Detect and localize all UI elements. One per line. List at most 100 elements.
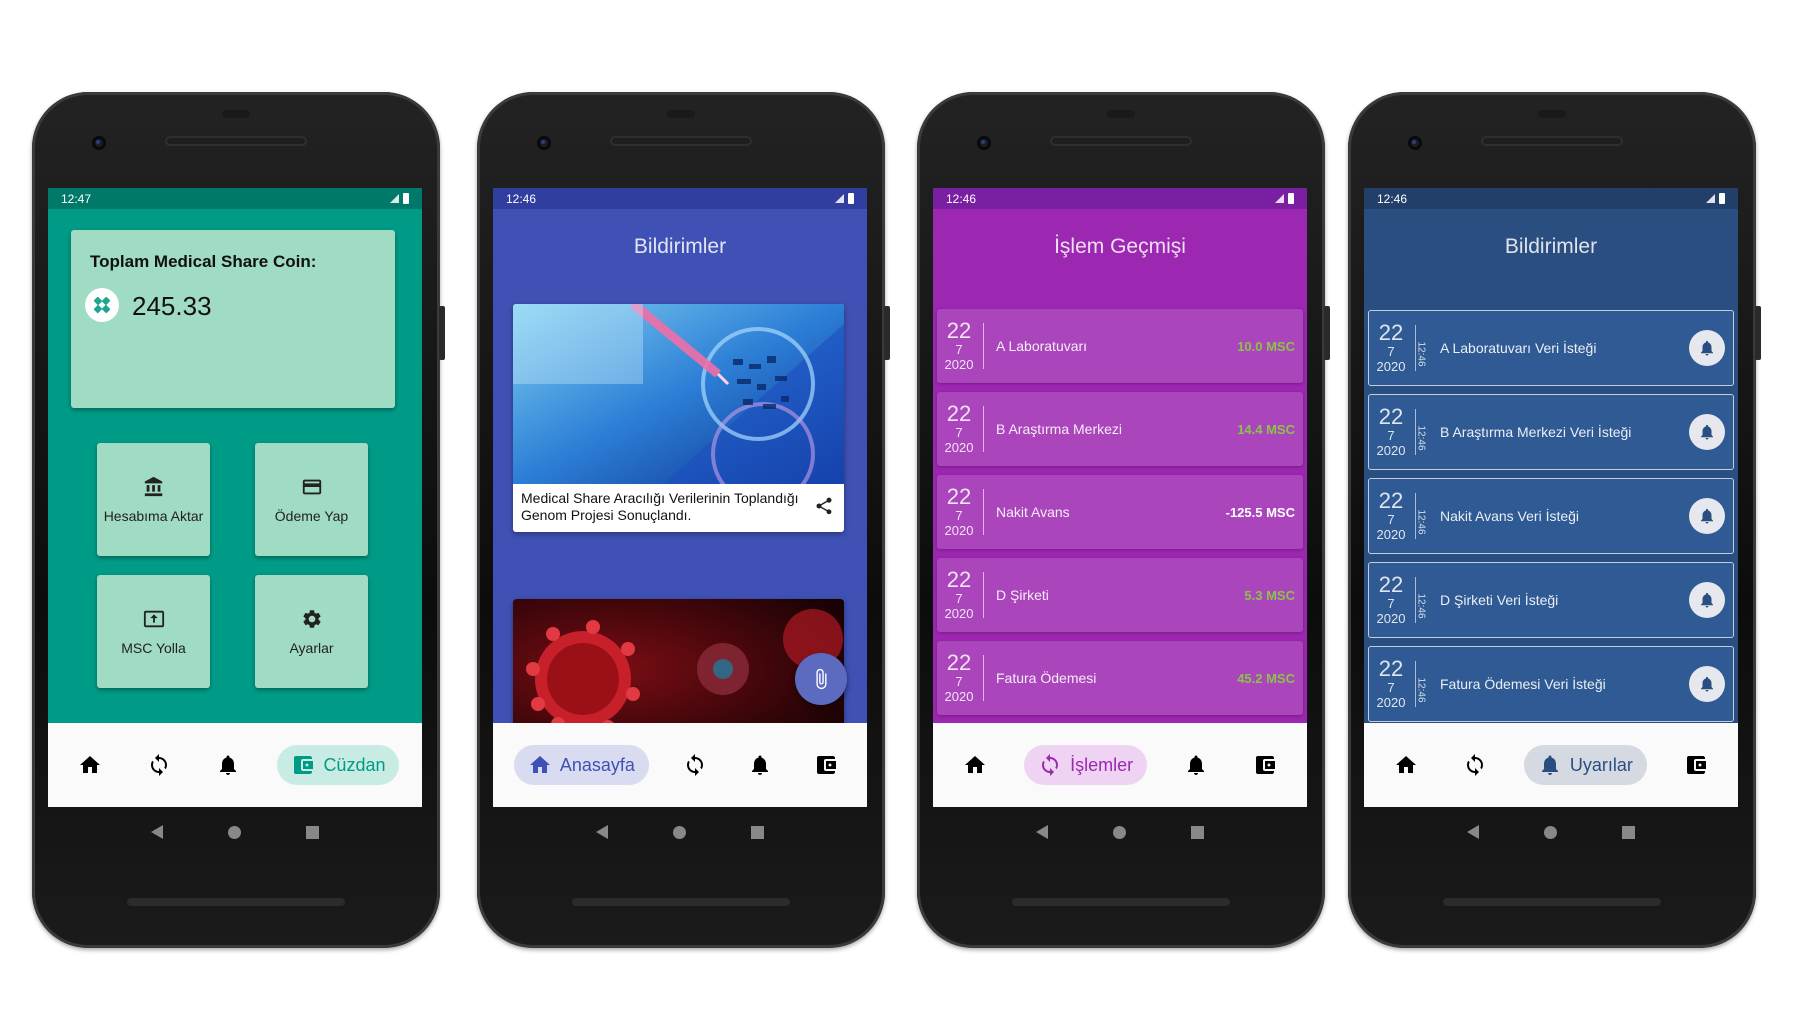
attach-fab[interactable] bbox=[795, 653, 847, 705]
date-year: 2020 bbox=[1376, 695, 1406, 710]
date-month: 7 bbox=[955, 591, 963, 606]
transaction-row[interactable]: 22 7 2020 Fatura Ödemesi 45.2 MSC bbox=[937, 641, 1303, 715]
transaction-row[interactable]: 22 7 2020 D Şirketi 5.3 MSC bbox=[937, 558, 1303, 632]
settings-button[interactable]: Ayarlar bbox=[255, 575, 368, 688]
share-icon[interactable] bbox=[814, 496, 834, 516]
date-block: 22 7 2020 bbox=[1369, 490, 1413, 543]
recents-icon[interactable] bbox=[1622, 825, 1636, 839]
nav-transactions-active[interactable]: İşlemler bbox=[1024, 745, 1148, 785]
transaction-row[interactable]: 22 7 2020 B Araştırma Merkezi 14.4 MSC bbox=[937, 392, 1303, 466]
recents-icon[interactable] bbox=[751, 825, 765, 839]
back-icon[interactable] bbox=[1466, 825, 1479, 839]
lab-pipette-image bbox=[513, 304, 844, 484]
nav-transactions[interactable] bbox=[675, 745, 715, 785]
date-day: 22 bbox=[1378, 404, 1404, 429]
date-month: 7 bbox=[955, 508, 963, 523]
transaction-amount: -125.5 MSC bbox=[1225, 504, 1295, 520]
system-navbar bbox=[48, 807, 422, 857]
nav-wallet[interactable] bbox=[1676, 745, 1716, 785]
bell-button[interactable] bbox=[1689, 330, 1725, 366]
transaction-row[interactable]: 22 7 2020 Nakit Avans -125.5 MSC bbox=[937, 475, 1303, 549]
nav-wallet[interactable] bbox=[806, 745, 846, 785]
notification-label: Nakit Avans Veri İsteği bbox=[1440, 508, 1580, 524]
transaction-row[interactable]: 22 7 2020 A Laboratuvarı 10.0 MSC bbox=[937, 309, 1303, 383]
transaction-label: D Şirketi bbox=[996, 587, 1049, 603]
news-card[interactable]: Medical Share Aracılığı Verilerinin Topl… bbox=[513, 304, 844, 532]
date-year: 2020 bbox=[1376, 359, 1406, 374]
home-circle-icon[interactable] bbox=[1543, 825, 1557, 839]
bell-icon bbox=[216, 753, 240, 777]
nav-wallet[interactable] bbox=[1245, 745, 1285, 785]
date-year: 2020 bbox=[1376, 443, 1406, 458]
wallet-icon bbox=[1684, 753, 1708, 777]
wallet-icon bbox=[1253, 753, 1277, 777]
bell-icon bbox=[1698, 591, 1716, 609]
bottom-speaker bbox=[1443, 898, 1661, 906]
bottom-speaker bbox=[572, 898, 790, 906]
recents-icon[interactable] bbox=[1191, 825, 1205, 839]
notification-row[interactable]: 22 7 2020 12:46 B Araştırma Merkezi Veri İst… bbox=[1368, 394, 1734, 470]
bottom-navigation: Uyarılar bbox=[1364, 723, 1738, 807]
volume-button bbox=[1755, 306, 1761, 360]
date-year: 2020 bbox=[944, 523, 974, 538]
bell-icon bbox=[1698, 507, 1716, 525]
nav-alerts[interactable] bbox=[208, 745, 248, 785]
nav-alerts[interactable] bbox=[740, 745, 780, 785]
bell-button[interactable] bbox=[1689, 498, 1725, 534]
nav-transactions[interactable] bbox=[1455, 745, 1495, 785]
earpiece-speaker bbox=[1050, 136, 1192, 146]
notification-row[interactable]: 22 7 2020 12:46 Fatura Ödemesi Veri İsteği bbox=[1368, 646, 1734, 722]
sync-icon bbox=[683, 753, 707, 777]
transaction-amount: 45.2 MSC bbox=[1237, 670, 1295, 686]
bottom-speaker bbox=[127, 898, 345, 906]
gear-icon bbox=[301, 608, 323, 630]
battery-icon bbox=[1719, 193, 1725, 204]
sync-icon bbox=[1463, 753, 1487, 777]
back-icon[interactable] bbox=[595, 825, 608, 839]
transaction-amount: 10.0 MSC bbox=[1237, 338, 1295, 354]
transfer-to-account-button[interactable]: Hesabıma Aktar bbox=[97, 443, 210, 556]
home-circle-icon[interactable] bbox=[672, 825, 686, 839]
notification-row[interactable]: 22 7 2020 12:46 A Laboratuvarı Veri İsteği bbox=[1368, 310, 1734, 386]
nav-home[interactable] bbox=[70, 745, 110, 785]
notifications-content: Bildirimler 22 7 2020 12:46 A Laboratuvarı V… bbox=[1364, 209, 1738, 723]
nav-home-active[interactable]: Anasayfa bbox=[513, 745, 649, 785]
nav-alerts-active[interactable]: Uyarılar bbox=[1523, 745, 1647, 785]
bell-button[interactable] bbox=[1689, 414, 1725, 450]
notification-label: D Şirketi Veri İsteği bbox=[1440, 592, 1559, 608]
date-year: 2020 bbox=[944, 689, 974, 704]
nav-wallet-active[interactable]: Cüzdan bbox=[277, 745, 400, 785]
wallet-icon bbox=[291, 753, 315, 777]
page-title: Bildirimler bbox=[633, 235, 727, 258]
date-day: 22 bbox=[946, 401, 972, 426]
notification-row[interactable]: 22 7 2020 12:46 Nakit Avans Veri İsteği bbox=[1368, 478, 1734, 554]
wallet-icon bbox=[814, 753, 838, 777]
bell-button[interactable] bbox=[1689, 666, 1725, 702]
recents-icon[interactable] bbox=[306, 825, 320, 839]
back-icon[interactable] bbox=[1035, 825, 1048, 839]
send-msc-button[interactable]: MSC Yolla bbox=[97, 575, 210, 688]
home-circle-icon[interactable] bbox=[1112, 825, 1126, 839]
home-circle-icon[interactable] bbox=[227, 825, 241, 839]
bell-icon bbox=[1538, 753, 1562, 777]
news-card[interactable] bbox=[513, 599, 844, 723]
bell-button[interactable] bbox=[1689, 582, 1725, 618]
tile-label: Ayarlar bbox=[289, 639, 334, 656]
notification-row[interactable]: 22 7 2020 12:46 D Şirketi Veri İsteği bbox=[1368, 562, 1734, 638]
status-bar: 12:47 bbox=[48, 188, 422, 209]
make-payment-button[interactable]: Ödeme Yap bbox=[255, 443, 368, 556]
nav-home[interactable] bbox=[955, 745, 995, 785]
notification-label: B Araştırma Merkezi Veri İsteği bbox=[1440, 424, 1632, 440]
front-camera bbox=[537, 136, 551, 150]
balance-card: Toplam Medical Share Coin: 245.33 bbox=[71, 230, 395, 408]
bell-icon bbox=[1698, 423, 1716, 441]
credit-card-icon bbox=[301, 476, 323, 498]
notification-time: 12:46 bbox=[1415, 425, 1427, 451]
home-icon bbox=[963, 753, 987, 777]
nav-alerts[interactable] bbox=[1176, 745, 1216, 785]
status-time: 12:47 bbox=[61, 191, 92, 206]
nav-home[interactable] bbox=[1386, 745, 1426, 785]
nav-transactions[interactable] bbox=[139, 745, 179, 785]
bell-icon bbox=[748, 753, 772, 777]
back-icon[interactable] bbox=[150, 825, 163, 839]
